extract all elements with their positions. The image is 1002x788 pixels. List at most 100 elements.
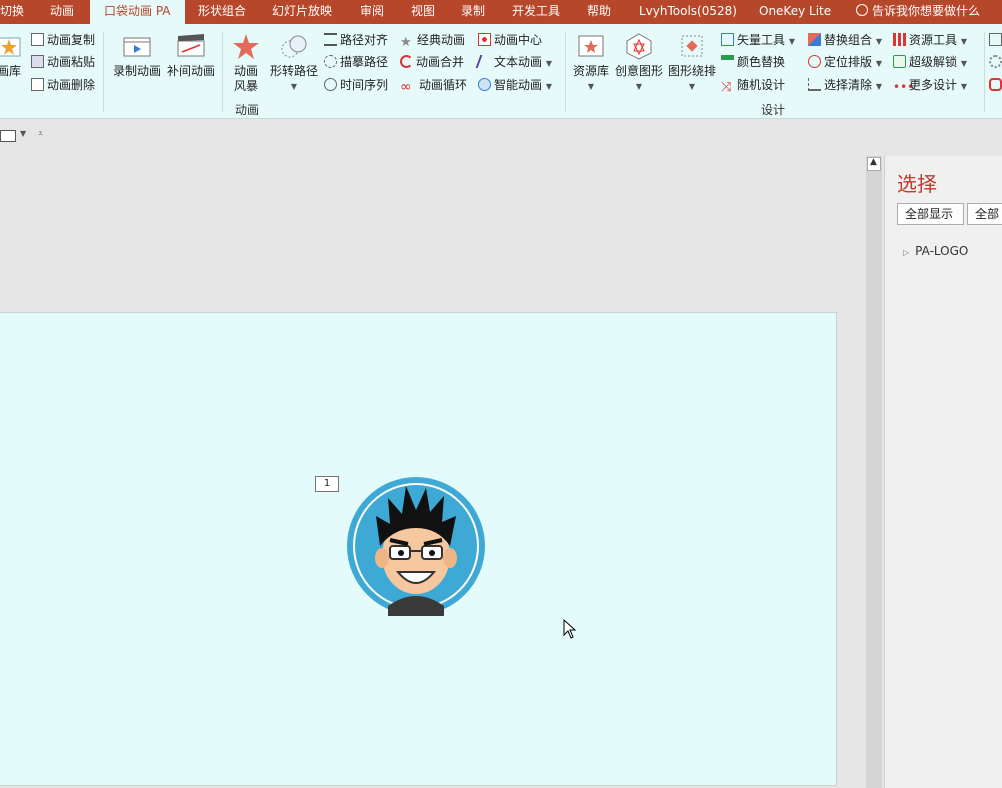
selection-pane: 选择 全部显示 全部 ▷ PA-LOGO <box>884 156 1002 788</box>
timeline-label: 时间序列 <box>340 78 389 92</box>
clock-icon <box>324 78 337 91</box>
color-replace-button[interactable]: 颜色替换 <box>721 52 785 72</box>
star-icon: ★ <box>400 35 412 50</box>
customize-qat-icon[interactable]: ⩡ <box>38 129 43 139</box>
link-icon[interactable] <box>989 75 1002 95</box>
animation-center-button[interactable]: 动画中心 <box>478 30 542 50</box>
selection-tree-item[interactable]: ▷ PA-LOGO <box>903 244 968 258</box>
show-all-button[interactable]: 全部显示 <box>897 203 964 225</box>
animation-storm-button[interactable]: 动画 风暴 <box>228 32 264 94</box>
random-design-button[interactable]: ⤨ 随机设计 <box>721 75 785 95</box>
merge-icon <box>400 55 413 68</box>
scroll-up-button[interactable]: ▲ <box>867 157 881 171</box>
hexagon-star-icon <box>624 32 654 60</box>
path-align-label: 路径对齐 <box>340 33 389 47</box>
select-clear-button[interactable]: 选择清除 ▼ <box>808 75 882 95</box>
record-animation-button[interactable]: 录制动画 <box>110 32 164 79</box>
replace-group-button[interactable]: 替换组合 ▼ <box>808 30 882 50</box>
animation-copy-label: 动画复制 <box>47 33 96 47</box>
layout-icon[interactable] <box>0 130 16 142</box>
separator <box>222 32 223 112</box>
select-clear-label: 选择清除 <box>824 78 873 92</box>
tab-developer[interactable]: 开发工具 <box>512 0 560 24</box>
vector-tools-button[interactable]: 矢量工具 ▼ <box>721 30 795 50</box>
color-replace-label: 颜色替换 <box>737 55 786 69</box>
tab-pocket-animation[interactable]: 口袋动画 PA <box>90 0 185 24</box>
animation-library-label: 画库 <box>0 64 21 78</box>
draw-path-button[interactable]: 描摹路径 <box>324 52 388 72</box>
tab-view[interactable]: 视图 <box>411 0 435 24</box>
tab-help[interactable]: 帮助 <box>587 0 611 24</box>
tab-shape-group[interactable]: 形状组合 <box>198 0 246 24</box>
chevron-down-icon[interactable]: ▼ <box>20 129 26 138</box>
tell-me-search[interactable]: 告诉我你想要做什么 <box>856 0 980 24</box>
loop-animation-button[interactable]: ∞ 动画循环 <box>400 75 467 95</box>
grid-tools-icon <box>893 33 906 46</box>
locate-layout-label: 定位排版 <box>824 55 873 69</box>
overflow-icon[interactable] <box>989 30 1002 50</box>
text-animation-button[interactable]: 文本动画 ▼ <box>475 52 552 72</box>
resource-tools-label: 资源工具 <box>909 33 958 47</box>
mouse-pointer-icon <box>563 618 577 642</box>
morph-path-button[interactable]: 形转路径 ▼ <box>266 32 322 94</box>
chevron-down-icon: ▼ <box>960 37 967 46</box>
timeline-button[interactable]: 时间序列 <box>324 75 388 95</box>
tween-animation-button[interactable]: 补间动画 <box>164 32 218 79</box>
tab-slideshow[interactable]: 幻灯片放映 <box>272 0 332 24</box>
tab-onekey-lite[interactable]: OneKey Lite <box>759 0 831 24</box>
resource-tools-button[interactable]: 资源工具 ▼ <box>893 30 967 50</box>
copy-icon <box>31 33 44 46</box>
text-wand-icon <box>475 55 494 68</box>
lock-icon <box>893 55 906 68</box>
chevron-down-icon: ▼ <box>545 59 552 68</box>
tab-review[interactable]: 审阅 <box>360 0 384 24</box>
film-record-icon <box>122 32 152 60</box>
lightbulb-icon <box>478 78 491 91</box>
tab-record[interactable]: 录制 <box>461 0 485 24</box>
shape-around-button[interactable]: 图形绕排 ▼ <box>666 32 718 94</box>
hide-all-button[interactable]: 全部 <box>967 203 1002 225</box>
chevron-down-icon: ▼ <box>290 82 298 91</box>
more-design-label: 更多设计 <box>909 78 958 92</box>
paste-icon <box>31 55 44 68</box>
tree-item-label: PA-LOGO <box>915 244 969 258</box>
pa-logo-avatar[interactable] <box>346 476 486 616</box>
more-dots-icon: ••• <box>893 80 915 94</box>
merge-animation-button[interactable]: 动画合并 <box>400 52 464 72</box>
tab-transitions[interactable]: 切换 <box>0 0 24 24</box>
trash-icon <box>31 78 44 91</box>
animation-paste-button[interactable]: 动画粘贴 <box>31 52 95 72</box>
ribbon: 画库 动画复制 动画粘贴 动画删除 录制动画 补间动画 动画 风暴 形转路径 ▼… <box>0 24 1002 119</box>
trace-path-icon <box>324 55 337 68</box>
smart-animation-button[interactable]: 智能动画 ▼ <box>478 75 552 95</box>
animation-copy-button[interactable]: 动画复制 <box>31 30 95 50</box>
expand-triangle-icon[interactable]: ▷ <box>903 248 909 257</box>
smart-animation-label: 智能动画 <box>494 78 543 92</box>
tab-animations[interactable]: 动画 <box>50 0 74 24</box>
vertical-scrollbar[interactable]: ▲ <box>866 156 882 788</box>
creative-graphics-label: 创意图形 <box>614 64 663 78</box>
locate-layout-button[interactable]: 定位排版 ▼ <box>808 52 882 72</box>
creative-graphics-button[interactable]: 创意图形 ▼ <box>613 32 665 94</box>
resource-box-icon <box>576 32 606 60</box>
storm-star-icon <box>231 32 261 60</box>
classic-animation-button[interactable]: ★ 经典动画 <box>400 30 465 50</box>
animation-order-badge[interactable]: 1 <box>315 476 339 492</box>
classic-animation-label: 经典动画 <box>417 33 466 47</box>
selection-pane-title: 选择 <box>897 172 937 196</box>
path-align-button[interactable]: 路径对齐 <box>324 30 388 50</box>
merge-animation-label: 动画合并 <box>416 55 465 69</box>
tween-animation-label: 补间动画 <box>166 64 215 78</box>
resource-library-button[interactable]: 资源库 ▼ <box>570 32 612 94</box>
animation-delete-button[interactable]: 动画删除 <box>31 75 95 95</box>
more-design-button[interactable]: •••更多设计 ▼ <box>893 75 967 95</box>
settings-icon[interactable] <box>989 52 1002 72</box>
animation-library-button[interactable]: 画库 <box>0 32 26 79</box>
super-unlock-button[interactable]: 超级解锁 ▼ <box>893 52 967 72</box>
chevron-down-icon: ▼ <box>688 82 696 91</box>
separator <box>565 32 566 112</box>
tab-lvyhtools[interactable]: LvyhTools(0528) <box>639 0 737 24</box>
morph-path-icon <box>279 32 309 60</box>
record-animation-label: 录制动画 <box>112 64 161 78</box>
shape-around-label: 图形绕排 <box>667 64 716 78</box>
